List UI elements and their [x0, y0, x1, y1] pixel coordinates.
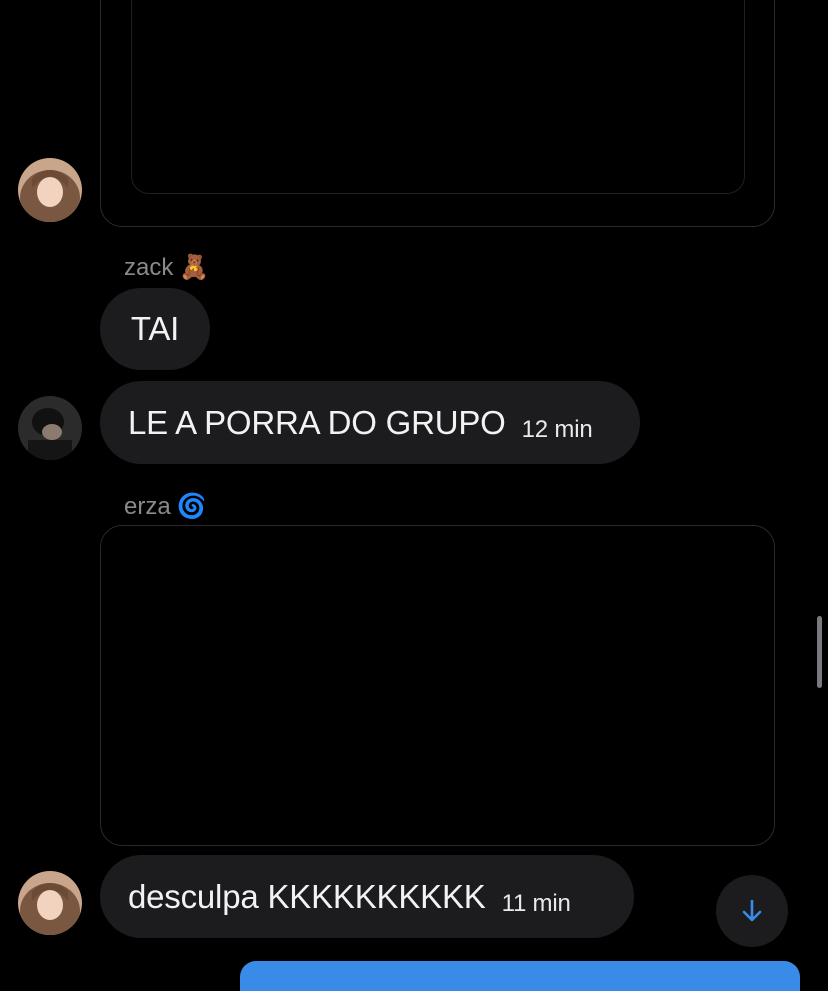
- message-text: LE A PORRA DO GRUPO: [128, 403, 506, 441]
- avatar-erza[interactable]: [18, 871, 82, 935]
- avatar-erza[interactable]: [18, 158, 82, 222]
- shared-media-card[interactable]: [100, 0, 775, 227]
- message-timestamp: 12 min: [521, 415, 593, 443]
- media-preview: [131, 0, 745, 194]
- spiral-icon: 🌀: [176, 493, 207, 520]
- message-bubble[interactable]: TAI: [100, 288, 210, 370]
- sender-name: erza: [124, 493, 171, 520]
- scrollbar[interactable]: [817, 616, 822, 688]
- message-text: TAI: [130, 310, 180, 347]
- shared-media-card[interactable]: [100, 525, 775, 846]
- arrow-down-icon: [742, 899, 762, 922]
- teddy-bear-icon: 🧸: [179, 254, 210, 281]
- message-bubble[interactable]: LE A PORRA DO GRUPO 12 min: [100, 381, 640, 464]
- message-text: desculpa KKKKKKKKKK: [128, 877, 486, 915]
- sender-label: zack 🧸: [124, 253, 209, 282]
- composer-bar[interactable]: [240, 961, 800, 991]
- message-bubble[interactable]: desculpa KKKKKKKKKK 11 min: [100, 855, 634, 938]
- avatar-zack[interactable]: [18, 396, 82, 460]
- message-timestamp: 11 min: [501, 889, 571, 917]
- sender-name: zack: [124, 254, 174, 281]
- scroll-to-bottom-button[interactable]: [716, 875, 788, 947]
- sender-label: erza 🌀: [124, 492, 207, 521]
